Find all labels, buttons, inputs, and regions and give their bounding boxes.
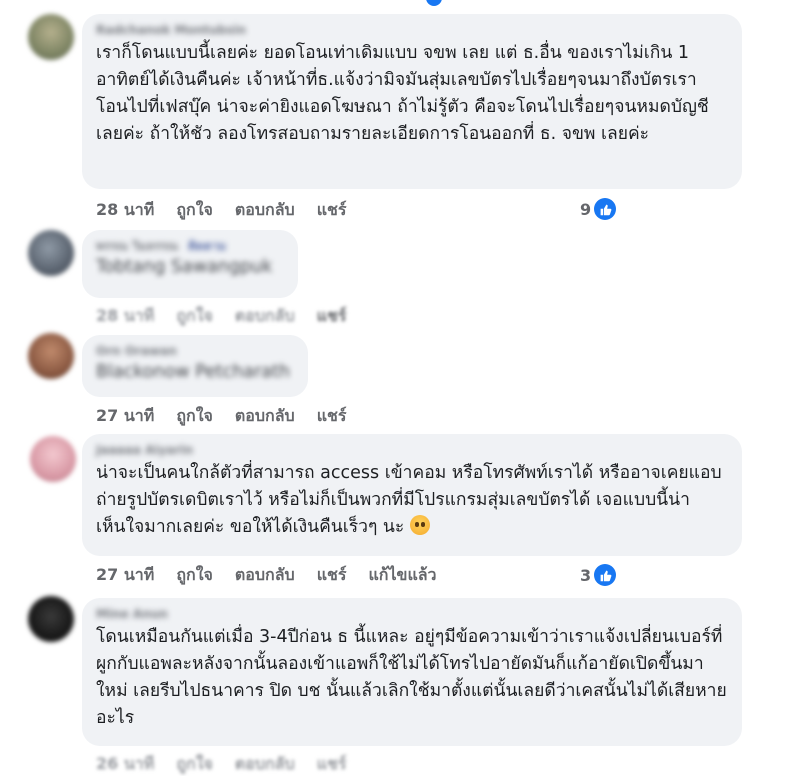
reply-button[interactable]: ตอบกลับ xyxy=(235,306,295,325)
comment-bubble: Mine Anun โดนเหมือนกันแต่เมื่อ 3-4ปีก่อน… xyxy=(82,598,742,746)
avatar[interactable] xyxy=(30,436,76,482)
reaction-count-text: 9 xyxy=(580,199,592,219)
comment-bubble: Jaaaaa Aiyarin น่าจะเป็นคนใกล้ตัวที่สามา… xyxy=(82,434,742,556)
like-icon xyxy=(426,0,442,6)
comment-time[interactable]: 27 นาที xyxy=(96,406,154,425)
like-button[interactable]: ถูกใจ xyxy=(176,754,213,773)
comment-actions: 27 นาที ถูกใจ ตอบกลับ แชร์ xyxy=(96,404,368,428)
comment-author[interactable]: Mine Anun xyxy=(96,606,728,622)
reply-button[interactable]: ตอบกลับ xyxy=(235,406,295,425)
comment-text: Tobtang Sawangpuk xyxy=(96,257,273,277)
comment-bubble: พรรณ วิมลรรณ ติดตาม Tobtang Sawangpuk xyxy=(82,230,298,298)
comment-time[interactable]: 28 นาที xyxy=(96,200,154,219)
avatar[interactable] xyxy=(28,596,74,642)
comment-time[interactable]: 26 นาที xyxy=(96,754,154,773)
comment-author[interactable]: พรรณ วิมลรรณ ติดตาม xyxy=(96,238,284,254)
reply-button[interactable]: ตอบกลับ xyxy=(235,200,295,219)
comment-bubble: Radchanok Montubsin เราก็โดนแบบนี้เลยค่ะ… xyxy=(82,14,742,189)
comment-text: เราก็โดนแบบนี้เลยค่ะ ยอดโอนเท่าเดิมแบบ จ… xyxy=(96,43,709,144)
comment-actions: 27 นาที ถูกใจ ตอบกลับ แชร์ แก้ไขแล้ว xyxy=(96,563,459,587)
previous-comment-actions-stub xyxy=(90,0,450,8)
comment-bubble: Orn Orawan Blackonow Petcharath xyxy=(82,335,308,397)
like-button[interactable]: ถูกใจ xyxy=(176,565,213,584)
reaction-count-text: 3 xyxy=(580,565,592,585)
reaction-count[interactable]: 9 xyxy=(580,197,617,221)
comment-author[interactable]: Orn Orawan xyxy=(96,343,294,359)
comment-author[interactable]: Jaaaaa Aiyarin xyxy=(96,442,728,458)
comment-text: Blackonow Petcharath xyxy=(96,362,290,382)
share-button[interactable]: แชร์ xyxy=(317,754,347,773)
pleading-face-emoji-icon xyxy=(409,515,430,535)
comment-actions: 26 นาที ถูกใจ ตอบกลับ แชร์ xyxy=(96,752,368,776)
comment-actions: 28 นาที ถูกใจ ตอบกลับ แชร์ xyxy=(96,304,368,328)
follow-tag[interactable]: ติดตาม xyxy=(188,239,226,253)
like-thumb-icon xyxy=(594,198,617,220)
like-thumb-icon xyxy=(594,564,617,586)
comment-time[interactable]: 28 นาที xyxy=(96,306,154,325)
reply-button[interactable]: ตอบกลับ xyxy=(235,565,295,584)
reply-button[interactable]: ตอบกลับ xyxy=(235,754,295,773)
avatar[interactable] xyxy=(28,333,74,379)
like-button[interactable]: ถูกใจ xyxy=(176,406,213,425)
avatar[interactable] xyxy=(28,230,74,276)
comment-text: น่าจะเป็นคนใกล้ตัวที่สามารถ access เข้าค… xyxy=(96,463,722,537)
comment-actions: 28 นาที ถูกใจ ตอบกลับ แชร์ xyxy=(96,198,368,222)
reaction-count[interactable]: 3 xyxy=(580,563,617,587)
share-button[interactable]: แชร์ xyxy=(317,306,347,325)
like-button[interactable]: ถูกใจ xyxy=(176,306,213,325)
avatar[interactable] xyxy=(28,14,74,60)
share-button[interactable]: แชร์ xyxy=(317,200,347,219)
comment-time[interactable]: 27 นาที xyxy=(96,565,154,584)
comment-author[interactable]: Radchanok Montubsin xyxy=(96,22,728,38)
comment-text: โดนเหมือนกันแต่เมื่อ 3-4ปีก่อน ธ นี้แหละ… xyxy=(96,627,727,728)
like-button[interactable]: ถูกใจ xyxy=(176,200,213,219)
edited-label[interactable]: แก้ไขแล้ว xyxy=(368,565,436,584)
share-button[interactable]: แชร์ xyxy=(317,565,347,584)
share-button[interactable]: แชร์ xyxy=(317,406,347,425)
